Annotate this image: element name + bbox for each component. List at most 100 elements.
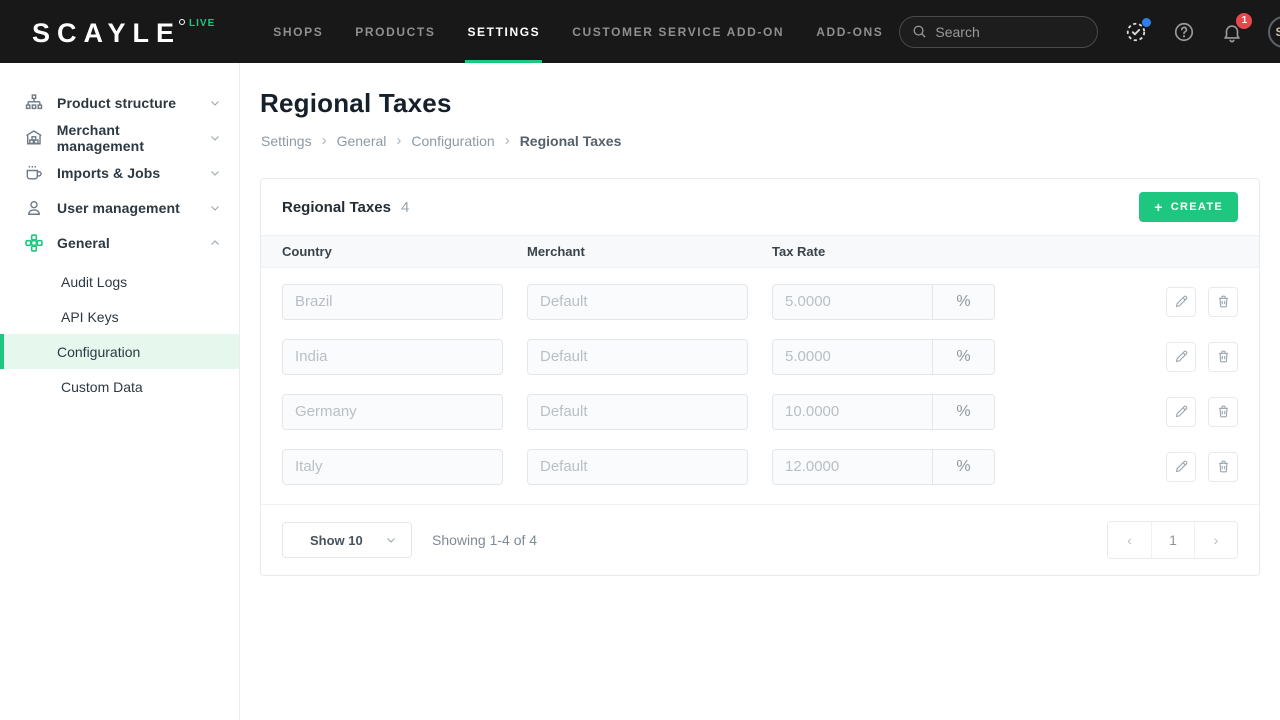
help-button[interactable] (1172, 20, 1196, 44)
search-box[interactable] (899, 16, 1098, 48)
sidebar-subitem-audit-logs[interactable]: Audit Logs (0, 264, 239, 299)
pagination: ‹ 1 › (1107, 521, 1238, 559)
avatar: SB (1268, 16, 1280, 48)
delete-button[interactable] (1208, 452, 1238, 482)
nav-item-settings[interactable]: SETTINGS (451, 0, 556, 63)
breadcrumb-separator-icon: › (396, 132, 401, 149)
delete-button[interactable] (1208, 287, 1238, 317)
showing-count-text: Showing 1-4 of 4 (432, 532, 537, 548)
tax-rate-field (773, 340, 932, 374)
country-field (282, 284, 503, 320)
nav-item-products[interactable]: PRODUCTS (339, 0, 451, 63)
person-icon (24, 198, 44, 218)
card-header: Regional Taxes 4 + CREATE (261, 179, 1259, 235)
sidebar-item-general[interactable]: General (0, 225, 239, 260)
sidebar-item-label: Product structure (57, 95, 176, 111)
sidebar-item-product-structure[interactable]: Product structure (0, 85, 239, 120)
edit-button[interactable] (1166, 452, 1196, 482)
edit-button[interactable] (1166, 397, 1196, 427)
breadcrumb-general[interactable]: General (337, 133, 387, 149)
tax-rate-field-group: % (772, 339, 995, 375)
trash-icon (1216, 349, 1231, 364)
row-actions (1166, 397, 1238, 427)
tax-rate-field (773, 395, 932, 429)
page-size-label: Show 10 (310, 533, 363, 548)
notification-count-badge: 1 (1236, 13, 1252, 29)
search-input[interactable] (935, 24, 1085, 40)
user-menu[interactable]: SB (1268, 16, 1280, 48)
column-header-merchant: Merchant (527, 244, 772, 259)
topbar: SCAYLE LIVE SHOPS PRODUCTS SETTINGS CUST… (0, 0, 1280, 63)
sidebar-item-merchant-management[interactable]: Merchant management (0, 120, 239, 155)
nav-item-shops[interactable]: SHOPS (257, 0, 339, 63)
next-page-button[interactable]: › (1194, 522, 1237, 558)
tax-rate-field-group: % (772, 284, 995, 320)
record-count: 4 (401, 199, 409, 216)
pencil-icon (1174, 294, 1189, 309)
country-field (282, 339, 503, 375)
table-header: Country Merchant Tax Rate (261, 235, 1259, 268)
coffee-mug-icon (24, 163, 44, 183)
sidebar-subitem-configuration[interactable]: Configuration (0, 334, 239, 369)
table-row: % (261, 439, 1259, 494)
current-page-number[interactable]: 1 (1151, 522, 1194, 558)
table-row: % (261, 329, 1259, 384)
percent-suffix: % (932, 450, 994, 484)
row-actions (1166, 452, 1238, 482)
pencil-icon (1174, 459, 1189, 474)
search-icon (912, 24, 927, 39)
sidebar-item-label: Imports & Jobs (57, 165, 160, 181)
card-title: Regional Taxes (282, 199, 391, 216)
percent-suffix: % (932, 395, 994, 429)
chevron-down-icon (209, 202, 221, 214)
trash-icon (1216, 294, 1231, 309)
merchant-field (527, 449, 748, 485)
sidebar-item-user-management[interactable]: User management (0, 190, 239, 225)
page-title: Regional Taxes (260, 88, 1280, 119)
breadcrumb-separator-icon: › (322, 132, 327, 149)
row-actions (1166, 342, 1238, 372)
sidebar-item-label: General (57, 235, 110, 251)
edit-button[interactable] (1166, 342, 1196, 372)
merchant-field (527, 339, 748, 375)
sidebar-item-imports-jobs[interactable]: Imports & Jobs (0, 155, 239, 190)
breadcrumb-configuration[interactable]: Configuration (411, 133, 494, 149)
modules-icon (24, 233, 44, 253)
sidebar-subitem-api-keys[interactable]: API Keys (0, 299, 239, 334)
previous-page-button[interactable]: ‹ (1108, 522, 1151, 558)
trash-icon (1216, 404, 1231, 419)
logo-text: SCAYLE (32, 20, 181, 47)
create-button-label: CREATE (1171, 201, 1223, 213)
breadcrumb-separator-icon: › (505, 132, 510, 149)
plus-icon: + (1154, 200, 1163, 214)
chevron-down-icon (385, 534, 397, 546)
main-content: Regional Taxes Settings › General › Conf… (240, 63, 1280, 720)
nav-item-add-ons[interactable]: ADD-ONS (800, 0, 899, 63)
trash-icon (1216, 459, 1231, 474)
delete-button[interactable] (1208, 342, 1238, 372)
merchant-field (527, 284, 748, 320)
chevron-up-icon (209, 237, 221, 249)
tasks-status-button[interactable] (1124, 20, 1148, 44)
page-size-select[interactable]: Show 10 (282, 522, 412, 558)
tax-rate-field (773, 285, 932, 319)
column-header-tax-rate: Tax Rate (772, 244, 1238, 259)
tax-rate-field (773, 450, 932, 484)
pencil-icon (1174, 404, 1189, 419)
nav-item-customer-service-add-on[interactable]: CUSTOMER SERVICE ADD-ON (556, 0, 800, 63)
row-actions (1166, 287, 1238, 317)
main-navigation: SHOPS PRODUCTS SETTINGS CUSTOMER SERVICE… (257, 0, 899, 63)
scayle-logo: SCAYLE LIVE (32, 17, 215, 47)
bank-building-icon (24, 128, 44, 148)
edit-button[interactable] (1166, 287, 1196, 317)
sidebar-subitem-custom-data[interactable]: Custom Data (0, 369, 239, 404)
country-field (282, 449, 503, 485)
notifications-button[interactable]: 1 (1220, 20, 1244, 44)
delete-button[interactable] (1208, 397, 1238, 427)
chevron-down-icon (209, 97, 221, 109)
create-button[interactable]: + CREATE (1139, 192, 1238, 222)
breadcrumb-settings[interactable]: Settings (261, 133, 312, 149)
regional-taxes-card: Regional Taxes 4 + CREATE Country Mercha… (260, 178, 1260, 576)
percent-suffix: % (932, 340, 994, 374)
pencil-icon (1174, 349, 1189, 364)
